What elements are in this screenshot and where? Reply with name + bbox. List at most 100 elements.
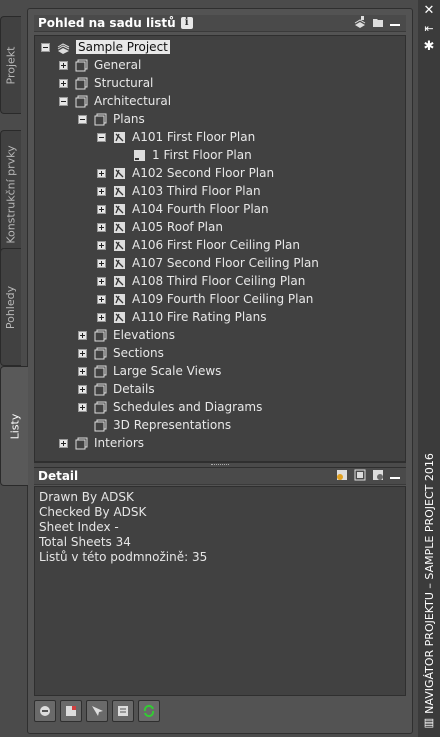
tree-node[interactable]: A108 Third Floor Ceiling Plan xyxy=(97,272,305,290)
pick-tool-button[interactable] xyxy=(86,700,108,722)
tab-pohledy[interactable]: Pohledy xyxy=(0,248,21,366)
tree-node[interactable]: A101 First Floor Plan xyxy=(97,128,255,146)
sheet-set-icon xyxy=(57,42,70,54)
tree-node-label: A106 First Floor Ceiling Plan xyxy=(132,238,300,252)
tree-node-label: Elevations xyxy=(113,328,175,342)
expand-icon[interactable] xyxy=(78,384,87,394)
expand-icon[interactable] xyxy=(78,330,87,340)
splitter-grip[interactable] xyxy=(211,464,229,467)
sheet-icon xyxy=(114,203,125,215)
new-sheet-icon xyxy=(66,706,76,716)
expand-icon[interactable] xyxy=(59,78,68,88)
expand-icon[interactable] xyxy=(97,258,106,268)
expand-icon[interactable] xyxy=(78,348,87,358)
details-view-icon[interactable] xyxy=(336,469,348,481)
subset-icon xyxy=(94,401,107,413)
tree-node-label: Details xyxy=(113,382,155,396)
tree-node[interactable]: Interiors xyxy=(59,434,144,452)
sheet-icon xyxy=(114,239,125,251)
subset-icon xyxy=(75,77,88,89)
preview-icon[interactable] xyxy=(354,469,366,481)
auto-hide-icon[interactable]: ⇤ xyxy=(422,22,436,36)
detail-checked-by: Checked By ADSK xyxy=(39,505,147,519)
tree-node[interactable]: Sample Project xyxy=(41,38,170,56)
tree-node[interactable]: Details xyxy=(78,380,155,398)
collapse-icon[interactable] xyxy=(41,42,50,52)
tree-node[interactable]: Elevations xyxy=(78,326,175,344)
tree-node[interactable]: A106 First Floor Ceiling Plan xyxy=(97,236,300,254)
close-icon[interactable]: ✕ xyxy=(422,4,436,18)
expand-icon[interactable] xyxy=(97,240,106,250)
tab-projekt[interactable]: Projekt xyxy=(0,16,21,114)
publish-button[interactable] xyxy=(34,700,56,722)
palette-title: NAVIGÁTOR PROJEKTU – SAMPLE PROJECT 2016 xyxy=(422,452,436,714)
expand-icon[interactable] xyxy=(78,366,87,376)
expand-icon[interactable] xyxy=(97,294,106,304)
subset-icon xyxy=(75,437,88,449)
subset-icon xyxy=(94,329,107,341)
expand-icon[interactable] xyxy=(97,222,106,232)
sheet-icon xyxy=(114,275,125,287)
tree-node-label: Interiors xyxy=(94,436,145,450)
tree-node[interactable]: Sections xyxy=(78,344,164,362)
tree-node[interactable]: Schedules and Diagrams xyxy=(78,398,262,416)
properties-gear-icon[interactable]: ✱ xyxy=(422,40,436,54)
tree-node-label: A109 Fourth Floor Ceiling Plan xyxy=(132,292,314,306)
expand-icon[interactable] xyxy=(59,438,68,448)
tree-node[interactable]: Structural xyxy=(59,74,153,92)
folder-icon[interactable] xyxy=(372,16,384,28)
new-sheet-button[interactable] xyxy=(60,700,82,722)
tree-node[interactable]: 1 First Floor Plan xyxy=(117,146,252,164)
tree-node[interactable]: A103 Third Floor Plan xyxy=(97,182,261,200)
palette-title-bar[interactable]: ✕ ⇤ ✱ NAVIGÁTOR PROJEKTU – SAMPLE PROJEC… xyxy=(418,0,440,737)
tree-node[interactable]: Large Scale Views xyxy=(78,362,221,380)
properties-icon[interactable] xyxy=(372,469,384,481)
sheet-icon xyxy=(114,311,125,323)
sheet-stack-icon[interactable] xyxy=(354,16,366,28)
palette-menu-icon[interactable]: ▤ xyxy=(422,716,436,730)
tab-listy[interactable]: Listy xyxy=(0,366,28,486)
tree-node-label: Plans xyxy=(113,112,145,126)
sheet-icon xyxy=(114,167,125,179)
tree-node-label: A104 Fourth Floor Plan xyxy=(132,202,269,216)
tree-node-label: General xyxy=(94,58,142,72)
tree-node[interactable]: A102 Second Floor Plan xyxy=(97,164,274,182)
tree-node[interactable]: A110 Fire Rating Plans xyxy=(97,308,266,326)
expand-icon[interactable] xyxy=(97,168,106,178)
expand-icon[interactable] xyxy=(97,186,106,196)
expand-icon[interactable] xyxy=(97,276,106,286)
detail-content: Drawn By ADSK Checked By ADSK Sheet Inde… xyxy=(34,486,406,696)
sheet-list-button[interactable] xyxy=(112,700,134,722)
tree-node[interactable]: A109 Fourth Floor Ceiling Plan xyxy=(97,290,313,308)
tree-node-label: A101 First Floor Plan xyxy=(132,130,256,144)
collapse-icon[interactable] xyxy=(97,132,106,142)
view-icon xyxy=(134,149,145,161)
tree-node[interactable]: General xyxy=(59,56,141,74)
detail-subset-count: Listů v této podmnožině: 35 xyxy=(39,550,208,564)
tree-node[interactable]: 3D Representations xyxy=(78,416,231,434)
collapse-icon[interactable] xyxy=(59,96,68,106)
info-icon[interactable]: i xyxy=(180,17,193,29)
sheet-tree[interactable]: Sample Project General Structural Archit… xyxy=(34,35,406,462)
refresh-button[interactable] xyxy=(138,700,160,722)
detail-sheet-index: Sheet Index - xyxy=(39,520,119,534)
tree-node-label: Sample Project xyxy=(76,40,170,54)
minimize-icon[interactable] xyxy=(390,477,400,479)
tree-node[interactable]: Architectural xyxy=(59,92,171,110)
tree-node[interactable]: A104 Fourth Floor Plan xyxy=(97,200,269,218)
minimize-icon[interactable] xyxy=(390,24,400,26)
expand-icon[interactable] xyxy=(97,204,106,214)
expand-icon[interactable] xyxy=(78,402,87,412)
expand-icon[interactable] xyxy=(59,60,68,70)
tree-node-label: Large Scale Views xyxy=(113,364,222,378)
expand-icon[interactable] xyxy=(97,312,106,322)
tree-node[interactable]: A107 Second Floor Ceiling Plan xyxy=(97,254,319,272)
collapse-icon[interactable] xyxy=(78,114,87,124)
tree-node[interactable]: Plans xyxy=(78,110,145,128)
tree-node[interactable]: A105 Roof Plan xyxy=(97,218,223,236)
subset-icon xyxy=(75,59,88,71)
tab-konstrukcni-prvky[interactable]: Konstrukční prvky xyxy=(0,130,21,258)
detail-drawn-by: Drawn By ADSK xyxy=(39,490,134,504)
subset-icon xyxy=(94,365,107,377)
sheet-icon xyxy=(114,185,125,197)
